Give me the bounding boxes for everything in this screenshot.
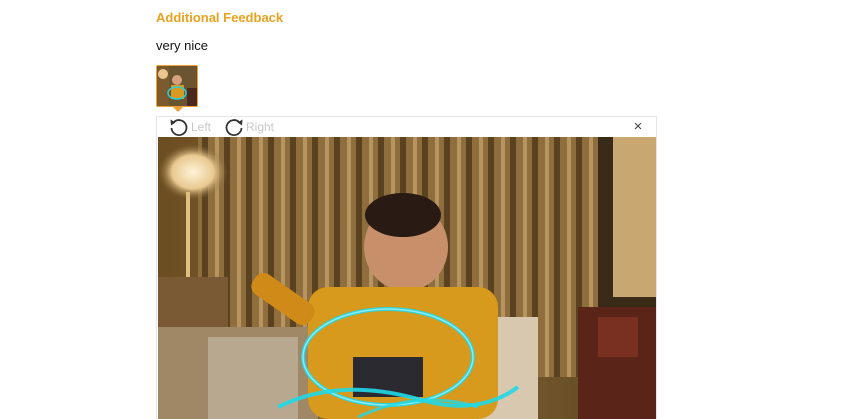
- rotate-left-icon: [170, 119, 188, 136]
- rotate-right-icon: [225, 119, 243, 136]
- rotate-right-button[interactable]: Right: [223, 117, 274, 137]
- additional-feedback-heading: Additional Feedback: [156, 10, 284, 25]
- thumbnail-pointer: [172, 106, 184, 112]
- attachment-thumbnail[interactable]: [156, 65, 198, 107]
- rotate-right-label: Right: [246, 120, 275, 134]
- close-viewer-button[interactable]: ×: [630, 119, 646, 135]
- image-viewer: Left Right ×: [156, 116, 657, 419]
- feedback-comment: very nice: [156, 38, 209, 53]
- full-size-photo: [158, 137, 656, 419]
- thumbnail-photo: [157, 66, 197, 106]
- rotate-left-label: Left: [191, 120, 212, 134]
- rotate-left-button[interactable]: Left: [168, 117, 211, 137]
- viewer-toolbar: Left Right ×: [157, 117, 656, 137]
- photo-image: [158, 137, 656, 419]
